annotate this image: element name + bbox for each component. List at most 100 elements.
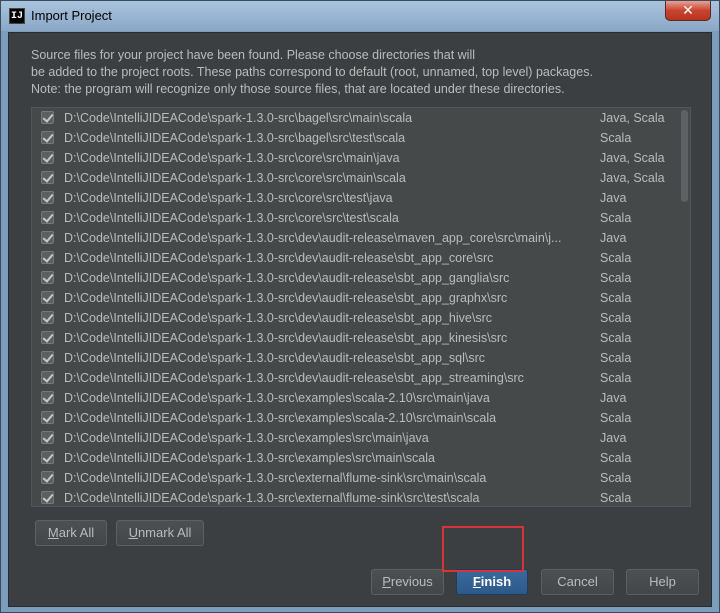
unmark-all-button[interactable]: Unmark All: [116, 520, 204, 546]
root-checkbox[interactable]: [41, 251, 54, 264]
cancel-button[interactable]: Cancel: [541, 569, 614, 595]
root-checkbox[interactable]: [41, 351, 54, 364]
source-root-row[interactable]: D:\Code\IntelliJIDEACode\spark-1.3.0-src…: [32, 468, 676, 488]
root-languages: Java, Scala: [600, 151, 665, 165]
close-button[interactable]: ✕: [665, 1, 711, 21]
source-root-row[interactable]: D:\Code\IntelliJIDEACode\spark-1.3.0-src…: [32, 308, 676, 328]
root-path: D:\Code\IntelliJIDEACode\spark-1.3.0-src…: [64, 271, 510, 285]
help-button[interactable]: Help: [626, 569, 699, 595]
root-checkbox[interactable]: [41, 191, 54, 204]
unmark-all-mnemonic: U: [128, 525, 138, 540]
mark-all-mnemonic: M: [47, 525, 59, 540]
root-languages: Scala: [600, 451, 632, 465]
root-checkbox[interactable]: [41, 371, 54, 384]
root-checkbox[interactable]: [41, 111, 54, 124]
root-path: D:\Code\IntelliJIDEACode\spark-1.3.0-src…: [64, 111, 413, 125]
source-root-row[interactable]: D:\Code\IntelliJIDEACode\spark-1.3.0-src…: [32, 448, 676, 468]
root-checkbox[interactable]: [41, 291, 54, 304]
title-bar[interactable]: IJ Import Project ✕: [1, 1, 719, 31]
source-root-row[interactable]: D:\Code\IntelliJIDEACode\spark-1.3.0-src…: [32, 208, 676, 228]
root-languages: Scala: [600, 211, 632, 225]
root-checkbox[interactable]: [41, 171, 54, 184]
mark-all-label: ark All: [58, 525, 95, 540]
root-checkbox[interactable]: [41, 151, 54, 164]
root-languages: Scala: [600, 131, 632, 145]
source-root-row[interactable]: D:\Code\IntelliJIDEACode\spark-1.3.0-src…: [32, 188, 676, 208]
source-root-row[interactable]: D:\Code\IntelliJIDEACode\spark-1.3.0-src…: [32, 328, 676, 348]
source-root-row[interactable]: D:\Code\IntelliJIDEACode\spark-1.3.0-src…: [32, 488, 676, 506]
root-checkbox[interactable]: [41, 271, 54, 284]
root-path: D:\Code\IntelliJIDEACode\spark-1.3.0-src…: [64, 431, 429, 445]
root-checkbox[interactable]: [41, 311, 54, 324]
dialog-content: Source files for your project have been …: [8, 32, 712, 607]
root-path: D:\Code\IntelliJIDEACode\spark-1.3.0-src…: [64, 471, 487, 485]
root-checkbox[interactable]: [41, 131, 54, 144]
vertical-scrollbar[interactable]: [678, 108, 690, 506]
root-checkbox[interactable]: [41, 431, 54, 444]
root-languages: Scala: [600, 471, 632, 485]
root-languages: Java, Scala: [600, 171, 665, 185]
source-root-row[interactable]: D:\Code\IntelliJIDEACode\spark-1.3.0-src…: [32, 148, 676, 168]
root-languages: Scala: [600, 411, 632, 425]
source-root-row[interactable]: D:\Code\IntelliJIDEACode\spark-1.3.0-src…: [32, 348, 676, 368]
root-checkbox[interactable]: [41, 331, 54, 344]
description-line: Note: the program will recognize only th…: [31, 82, 565, 96]
root-checkbox[interactable]: [41, 391, 54, 404]
source-root-row[interactable]: D:\Code\IntelliJIDEACode\spark-1.3.0-src…: [32, 288, 676, 308]
mark-all-button[interactable]: Mark All: [35, 520, 107, 546]
source-root-row[interactable]: D:\Code\IntelliJIDEACode\spark-1.3.0-src…: [32, 388, 676, 408]
description-line: be added to the project roots. These pat…: [31, 65, 593, 79]
root-path: D:\Code\IntelliJIDEACode\spark-1.3.0-src…: [64, 211, 399, 225]
finish-button[interactable]: Finish: [456, 569, 528, 595]
intellij-app-icon: IJ: [9, 8, 25, 24]
root-languages: Scala: [600, 291, 632, 305]
description-text: Source files for your project have been …: [31, 47, 691, 98]
source-root-row[interactable]: D:\Code\IntelliJIDEACode\spark-1.3.0-src…: [32, 268, 676, 288]
root-languages: Scala: [600, 271, 632, 285]
root-languages: Scala: [600, 371, 632, 385]
import-project-window: IJ Import Project ✕ Source files for you…: [0, 0, 720, 613]
root-languages: Scala: [600, 311, 632, 325]
previous-button[interactable]: Previous: [371, 569, 444, 595]
root-path: D:\Code\IntelliJIDEACode\spark-1.3.0-src…: [64, 171, 406, 185]
root-languages: Scala: [600, 491, 632, 505]
source-root-row[interactable]: D:\Code\IntelliJIDEACode\spark-1.3.0-src…: [32, 228, 676, 248]
root-checkbox[interactable]: [41, 231, 54, 244]
root-path: D:\Code\IntelliJIDEACode\spark-1.3.0-src…: [64, 351, 486, 365]
root-checkbox[interactable]: [41, 411, 54, 424]
root-path: D:\Code\IntelliJIDEACode\spark-1.3.0-src…: [64, 371, 524, 385]
root-path: D:\Code\IntelliJIDEACode\spark-1.3.0-src…: [64, 251, 494, 265]
finish-label: inish: [480, 574, 512, 589]
source-roots-list[interactable]: D:\Code\IntelliJIDEACode\spark-1.3.0-src…: [31, 107, 691, 507]
source-root-row[interactable]: D:\Code\IntelliJIDEACode\spark-1.3.0-src…: [32, 248, 676, 268]
source-root-row[interactable]: D:\Code\IntelliJIDEACode\spark-1.3.0-src…: [32, 108, 676, 128]
root-path: D:\Code\IntelliJIDEACode\spark-1.3.0-src…: [64, 451, 435, 465]
source-roots-rows: D:\Code\IntelliJIDEACode\spark-1.3.0-src…: [32, 108, 690, 506]
root-path: D:\Code\IntelliJIDEACode\spark-1.3.0-src…: [64, 411, 497, 425]
description-line: Source files for your project have been …: [31, 48, 475, 62]
root-checkbox[interactable]: [41, 211, 54, 224]
root-checkbox[interactable]: [41, 471, 54, 484]
root-path: D:\Code\IntelliJIDEACode\spark-1.3.0-src…: [64, 331, 508, 345]
root-path: D:\Code\IntelliJIDEACode\spark-1.3.0-src…: [64, 191, 393, 205]
root-languages: Java: [600, 231, 627, 245]
window-title: Import Project: [31, 8, 112, 23]
root-languages: Java: [600, 191, 627, 205]
previous-label: revious: [390, 574, 433, 589]
source-root-row[interactable]: D:\Code\IntelliJIDEACode\spark-1.3.0-src…: [32, 408, 676, 428]
root-checkbox[interactable]: [41, 491, 54, 504]
root-languages: Scala: [600, 331, 632, 345]
root-path: D:\Code\IntelliJIDEACode\spark-1.3.0-src…: [64, 491, 480, 505]
root-path: D:\Code\IntelliJIDEACode\spark-1.3.0-src…: [64, 151, 400, 165]
scrollbar-thumb[interactable]: [681, 110, 688, 202]
source-root-row[interactable]: D:\Code\IntelliJIDEACode\spark-1.3.0-src…: [32, 428, 676, 448]
source-root-row[interactable]: D:\Code\IntelliJIDEACode\spark-1.3.0-src…: [32, 368, 676, 388]
unmark-all-label: nmark All: [137, 525, 192, 540]
root-languages: Scala: [600, 351, 632, 365]
source-root-row[interactable]: D:\Code\IntelliJIDEACode\spark-1.3.0-src…: [32, 128, 676, 148]
root-path: D:\Code\IntelliJIDEACode\spark-1.3.0-src…: [64, 391, 490, 405]
finish-mnemonic: F: [472, 574, 481, 589]
source-root-row[interactable]: D:\Code\IntelliJIDEACode\spark-1.3.0-src…: [32, 168, 676, 188]
root-checkbox[interactable]: [41, 451, 54, 464]
root-languages: Java, Scala: [600, 111, 665, 125]
